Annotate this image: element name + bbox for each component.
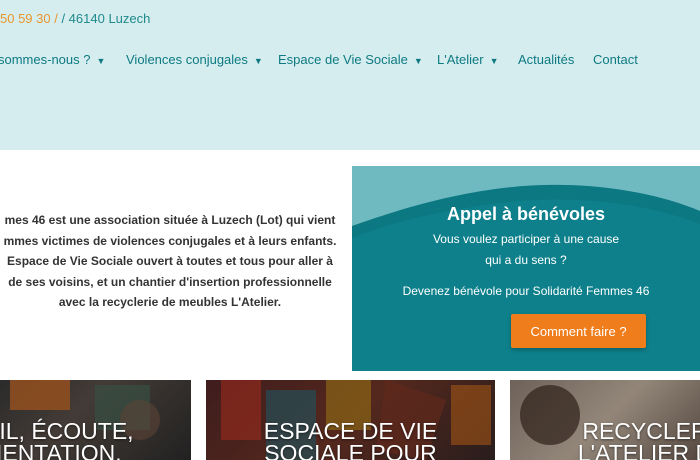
- intro-line: Espace de Vie Sociale ouvert à toutes et…: [7, 254, 333, 268]
- nav-item-label: Espace de Vie Sociale: [278, 52, 408, 67]
- nav-item-atelier[interactable]: L'Atelier ▼: [437, 52, 498, 67]
- card-caption-line: RECYCLER: [582, 418, 700, 444]
- promo-text: Vous voulez participer à une cause qui a…: [352, 229, 700, 271]
- location-text: / 46140 Luzech: [61, 11, 151, 26]
- nav-item-label: Contact: [593, 52, 638, 67]
- chevron-down-icon: ▼: [413, 55, 423, 66]
- card-caption-line: L'ATELIER D: [577, 440, 700, 460]
- card-caption-line: RIENTATION.: [0, 440, 122, 460]
- card-caption-line: UEIL, ÉCOUTE,: [0, 418, 134, 444]
- card-caption: UEIL, ÉCOUTE, RIENTATION.: [0, 420, 146, 460]
- nav-item-label: Violences conjugales: [126, 52, 248, 67]
- card-caption-line: SOCIALE POUR: [264, 440, 437, 460]
- card-accueil[interactable]: UEIL, ÉCOUTE, RIENTATION.: [0, 380, 191, 460]
- card-caption: ESPACE DE VIE SOCIALE POUR: [206, 420, 495, 460]
- promo-text-line: Vous voulez participer à une cause: [432, 232, 620, 246]
- intro-line: avec la recyclerie de meubles L'Atelier.: [58, 295, 282, 309]
- nav-item-actualites[interactable]: Actualités: [518, 52, 574, 67]
- site-header: 50 59 30 / / 46140 Luzech sommes-nous ? …: [0, 0, 700, 150]
- volunteer-promo: Appel à bénévoles Vous voulez participer…: [352, 166, 700, 371]
- chevron-down-icon: ▼: [96, 55, 106, 66]
- chevron-down-icon: ▼: [253, 55, 263, 66]
- nav-item-espace-vie-sociale[interactable]: Espace de Vie Sociale ▼: [278, 52, 423, 67]
- nav-item-violences-conjugales[interactable]: Violences conjugales ▼: [126, 52, 263, 67]
- intro-line: mes 46 est une association située à Luze…: [4, 213, 336, 227]
- chevron-down-icon: ▼: [489, 55, 499, 66]
- nav-item-label: sommes-nous ?: [0, 52, 91, 67]
- nav-item-contact[interactable]: Contact: [593, 52, 638, 67]
- nav-item-label: L'Atelier: [437, 52, 484, 67]
- contact-topbar: 50 59 30 / / 46140 Luzech: [0, 11, 150, 26]
- card-caption-line: ESPACE DE VIE: [263, 418, 438, 444]
- promo-title: Appel à bénévoles: [446, 204, 606, 224]
- card-espace-vie-sociale[interactable]: ESPACE DE VIE SOCIALE POUR: [206, 380, 495, 460]
- card-caption: RECYCLER L'ATELIER D: [550, 420, 700, 460]
- nav-item-who-are-we[interactable]: sommes-nous ? ▼: [0, 52, 105, 67]
- intro-line: de ses voisins, et un chantier d'inserti…: [8, 274, 332, 289]
- nav-item-label: Actualités: [518, 52, 575, 67]
- intro-line: mmes victimes de violences conjugales et…: [3, 233, 337, 248]
- phone-number[interactable]: 50 59 30 /: [0, 11, 58, 26]
- how-to-button[interactable]: Comment faire ?: [511, 314, 646, 348]
- promo-subtext: Devenez bénévole pour Solidarité Femmes …: [402, 284, 650, 298]
- card-recyclerie[interactable]: RECYCLER L'ATELIER D: [510, 380, 700, 460]
- promo-text-line: qui a du sens ?: [485, 253, 567, 267]
- intro-text: mes 46 est une association située à Luze…: [0, 210, 340, 313]
